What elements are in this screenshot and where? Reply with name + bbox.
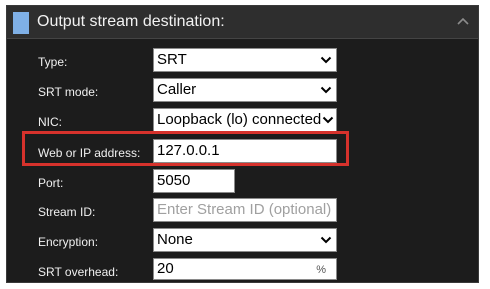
srt-overhead-value: 20 (157, 260, 174, 277)
nic-value: Loopback (lo) connected (157, 111, 322, 128)
srt-overhead-input[interactable]: 20 % (153, 258, 337, 280)
type-label: Type: (38, 55, 68, 69)
type-row: Type: SRT (7, 48, 478, 76)
port-input[interactable]: 5050 (153, 169, 235, 193)
srt-mode-value: Caller (157, 81, 197, 98)
port-label: Port: (38, 176, 64, 190)
encryption-select[interactable]: None (153, 228, 337, 252)
panel-header[interactable]: Output stream destination: (7, 6, 478, 39)
nic-select[interactable]: Loopback (lo) connected (153, 108, 337, 132)
nic-label: NIC: (38, 115, 62, 129)
stream-id-placeholder: Enter Stream ID (optional) (157, 201, 332, 218)
type-value: SRT (157, 51, 187, 68)
chevron-up-icon[interactable] (456, 15, 470, 27)
type-select[interactable]: SRT (153, 48, 337, 72)
srt-mode-row: SRT mode: Caller (7, 78, 478, 106)
encryption-value: None (157, 231, 193, 248)
chevron-down-icon (320, 86, 332, 94)
stream-id-label: Stream ID: (38, 205, 96, 219)
chevron-down-icon (320, 236, 332, 244)
header-accent-bar (13, 12, 29, 34)
port-value: 5050 (157, 172, 191, 189)
encryption-label: Encryption: (38, 235, 99, 249)
encryption-row: Encryption: None (7, 228, 478, 256)
address-highlight-box (22, 131, 349, 166)
panel-title: Output stream destination: (37, 13, 225, 30)
percent-unit: % (316, 264, 326, 276)
chevron-down-icon (322, 116, 334, 124)
srt-overhead-label: SRT overhead: (38, 265, 119, 279)
stream-id-row: Stream ID: Enter Stream ID (optional) (7, 198, 478, 226)
srt-mode-select[interactable]: Caller (153, 78, 337, 102)
port-row: Port: 5050 (7, 169, 478, 197)
srt-overhead-row: SRT overhead: 20 % (7, 258, 478, 286)
chevron-down-icon (320, 56, 332, 64)
srt-mode-label: SRT mode: (38, 85, 99, 99)
stream-id-input[interactable]: Enter Stream ID (optional) (153, 198, 337, 222)
